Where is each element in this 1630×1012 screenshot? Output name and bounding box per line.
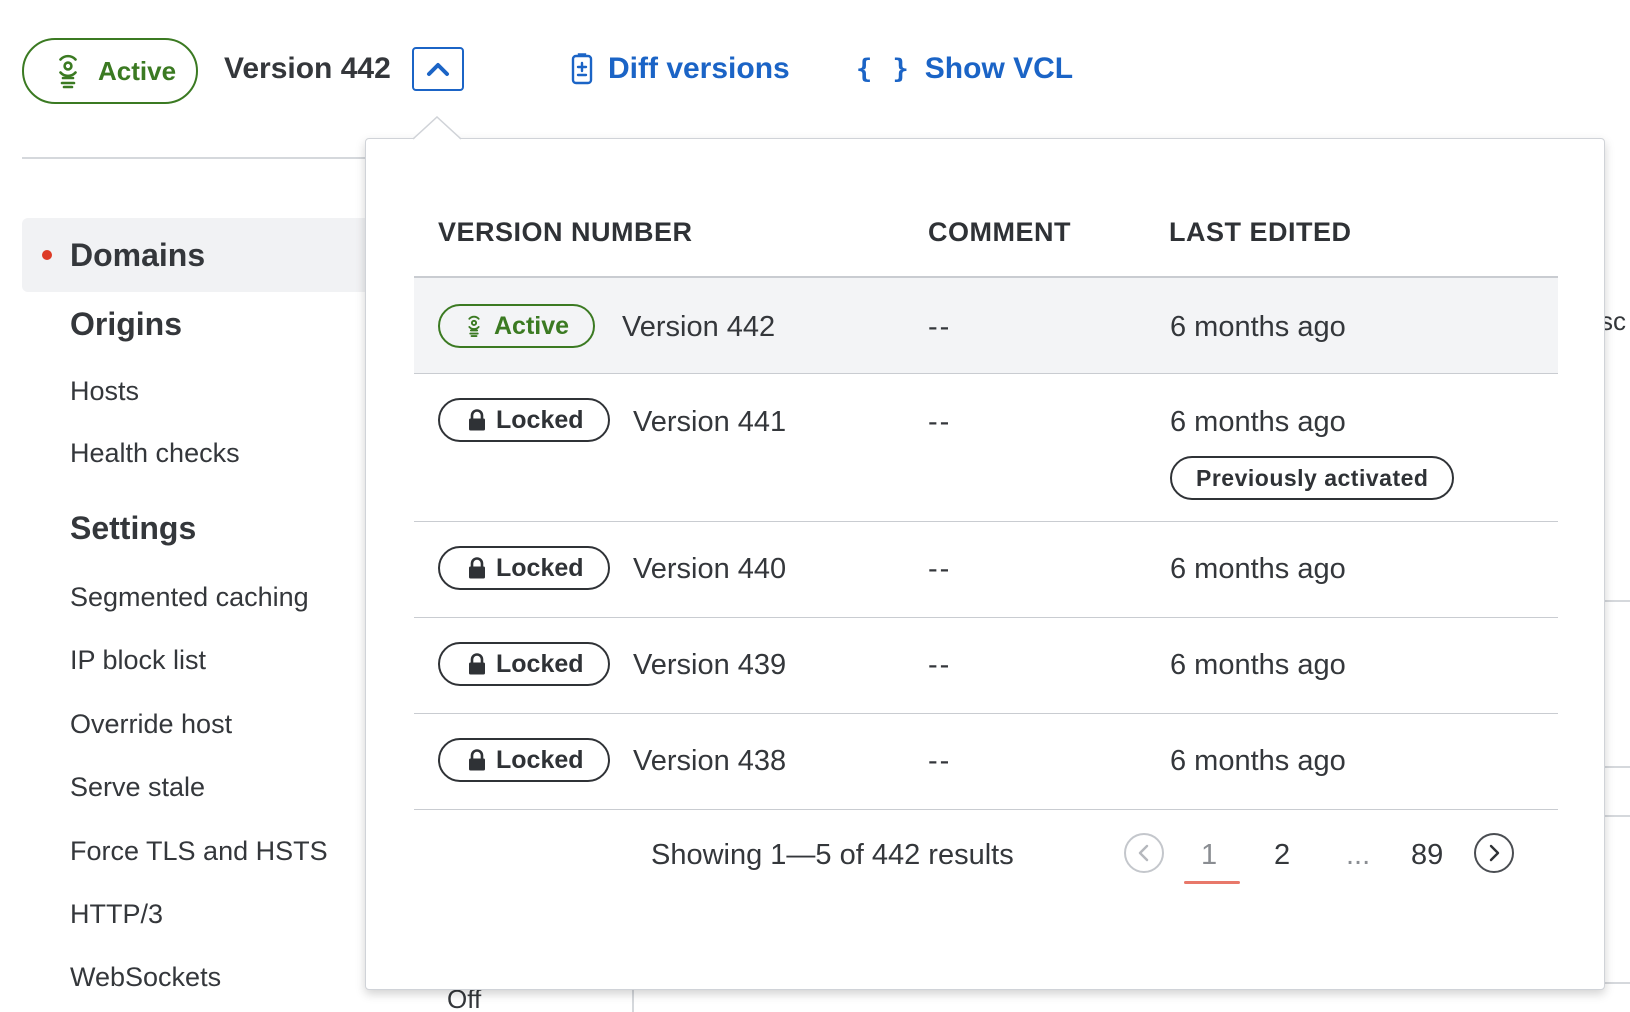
sidebar-item-http3[interactable]: HTTP/3 — [70, 899, 163, 930]
chevron-left-icon — [1138, 844, 1149, 862]
sidebar-item-hosts[interactable]: Hosts — [70, 376, 139, 407]
table-row[interactable]: Locked Version 441 -- 6 months ago Previ… — [414, 374, 1558, 522]
page-1-button[interactable]: 1 — [1201, 839, 1217, 872]
status-label: Active — [494, 311, 570, 340]
chevron-right-icon — [1489, 844, 1500, 862]
locked-status-badge: Locked — [438, 738, 610, 782]
chevron-up-icon — [427, 63, 449, 76]
sidebar-item-serve-stale[interactable]: Serve stale — [70, 772, 205, 803]
broadcast-icon — [59, 54, 77, 89]
version-toolbar: Active Version 442 Diff versions { } Sho… — [0, 0, 1630, 140]
lock-icon — [469, 409, 485, 431]
comment-cell: -- — [928, 311, 952, 343]
last-edited-cell: 6 months ago — [1170, 553, 1346, 585]
comment-cell: -- — [928, 745, 952, 777]
broadcast-icon — [468, 315, 480, 337]
next-page-button[interactable] — [1474, 833, 1514, 873]
screen: Active Version 442 Diff versions { } Sho… — [0, 0, 1630, 1012]
table-row[interactable]: Active Version 442 -- 6 months ago — [414, 278, 1558, 374]
locked-status-badge: Locked — [438, 398, 610, 442]
version-number-cell: Version 441 — [633, 406, 787, 438]
last-edited-cell: 6 months ago — [1170, 745, 1346, 777]
table-row[interactable]: Locked Version 438 -- 6 months ago — [414, 714, 1558, 810]
current-version-label: Version 442 — [224, 52, 391, 85]
status-label: Locked — [496, 745, 584, 774]
comment-cell: -- — [928, 553, 952, 585]
status-label: Locked — [496, 649, 584, 678]
active-status-badge: Active — [438, 304, 596, 348]
sidebar-heading-settings[interactable]: Settings — [70, 510, 196, 547]
last-edited-cell: 6 months ago — [1170, 649, 1346, 681]
current-page-indicator — [1184, 881, 1240, 884]
page-89-button[interactable]: 89 — [1411, 839, 1443, 872]
sidebar-item-ip-block-list[interactable]: IP block list — [70, 645, 206, 676]
diff-versions-label: Diff versions — [608, 52, 790, 85]
lock-icon — [469, 749, 485, 771]
sidebar-item-label: Domains — [70, 236, 206, 273]
popover-caret — [413, 116, 461, 140]
table-row[interactable]: Locked Version 440 -- 6 months ago — [414, 522, 1558, 618]
toolbar-divider — [22, 157, 382, 159]
sidebar-item-domains[interactable]: Domains — [22, 218, 392, 292]
comment-cell: -- — [928, 649, 952, 681]
status-label: Locked — [496, 553, 584, 582]
version-number-cell: Version 438 — [633, 745, 787, 777]
show-vcl-link[interactable]: { } Show VCL — [856, 52, 1073, 86]
column-header-comment: COMMENT — [928, 217, 1071, 247]
active-indicator-dot — [42, 250, 52, 260]
lock-icon — [469, 653, 485, 675]
version-number-cell: Version 442 — [622, 311, 776, 343]
document-diff-icon — [571, 53, 593, 85]
version-number-cell: Version 439 — [633, 649, 787, 681]
lock-icon — [469, 557, 485, 579]
diff-versions-link[interactable]: Diff versions — [570, 52, 790, 86]
table-row[interactable]: Locked Version 439 -- 6 months ago — [414, 618, 1558, 714]
previous-page-button[interactable] — [1124, 833, 1164, 873]
show-vcl-label: Show VCL — [924, 52, 1074, 85]
service-config-nav: Domains Origins Hosts Health checks Sett… — [0, 210, 392, 1012]
sidebar-heading-origins[interactable]: Origins — [70, 306, 182, 343]
last-edited-cell: 6 months ago — [1170, 311, 1346, 343]
sidebar-item-force-tls-hsts[interactable]: Force TLS and HSTS — [70, 836, 328, 867]
locked-status-badge: Locked — [438, 642, 610, 686]
last-edited-cell: 6 months ago — [1170, 406, 1346, 438]
column-header-last-edited: LAST EDITED — [1169, 217, 1352, 247]
active-status-badge: Active — [22, 38, 198, 104]
page-ellipsis: ... — [1346, 839, 1371, 871]
curly-braces-icon: { } — [856, 53, 911, 85]
version-history-popover: VERSION NUMBER COMMENT LAST EDITED Activ… — [365, 138, 1605, 990]
column-header-version-number: VERSION NUMBER — [438, 217, 693, 247]
results-count: Showing 1—5 of 442 results — [651, 839, 1014, 871]
sidebar-item-health-checks[interactable]: Health checks — [70, 438, 240, 469]
page-2-button[interactable]: 2 — [1274, 839, 1290, 872]
locked-status-badge: Locked — [438, 546, 610, 590]
version-menu-toggle-button[interactable] — [412, 47, 464, 91]
sidebar-item-override-host[interactable]: Override host — [70, 709, 232, 740]
comment-cell: -- — [928, 406, 952, 438]
version-number-cell: Version 440 — [633, 553, 787, 585]
active-status-label: Active — [98, 55, 177, 86]
status-label: Locked — [496, 405, 584, 434]
sidebar-item-segmented-caching[interactable]: Segmented caching — [70, 582, 309, 613]
sidebar-item-websockets[interactable]: WebSockets — [70, 962, 221, 993]
previously-activated-badge: Previously activated — [1170, 456, 1455, 500]
